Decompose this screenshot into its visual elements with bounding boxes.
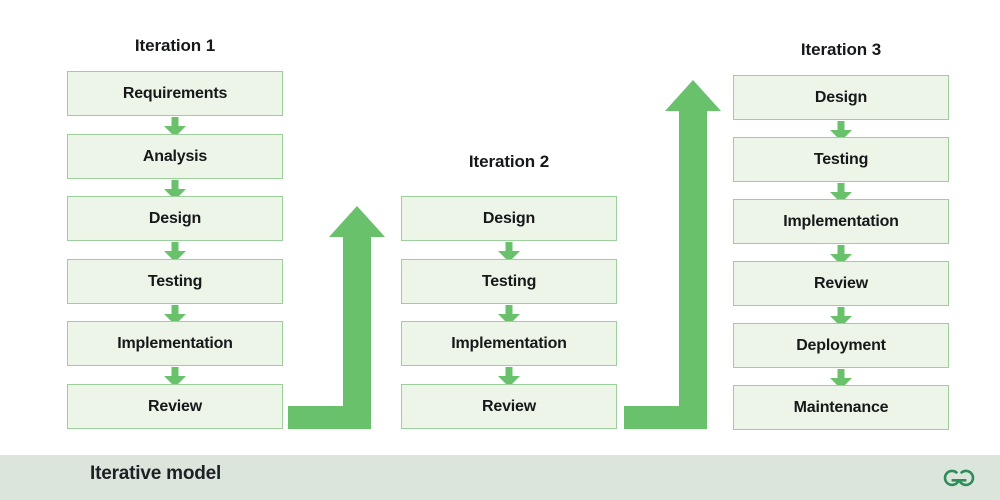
stage-box-iteration-1-review: Review bbox=[67, 384, 283, 429]
diagram-canvas: Iteration 1 Requirements Analysis Design… bbox=[0, 0, 1000, 500]
stage-box-iteration-1-analysis: Analysis bbox=[67, 134, 283, 179]
stage-box-iteration-1-implementation: Implementation bbox=[67, 321, 283, 366]
column-title-iteration-2: Iteration 2 bbox=[468, 152, 550, 171]
stage-box-iteration-1-design: Design bbox=[67, 196, 283, 241]
column-title-iteration-3: Iteration 3 bbox=[800, 40, 882, 59]
feedback-arrow-2-icon bbox=[624, 80, 722, 429]
column-title-iteration-1: Iteration 1 bbox=[134, 36, 216, 55]
stage-box-iteration-2-design: Design bbox=[401, 196, 617, 241]
stage-box-iteration-2-review: Review bbox=[401, 384, 617, 429]
stage-box-iteration-1-testing: Testing bbox=[67, 259, 283, 304]
stage-box-iteration-2-implementation: Implementation bbox=[401, 321, 617, 366]
stage-box-iteration-3-maintenance: Maintenance bbox=[733, 385, 949, 430]
stage-box-iteration-3-implementation: Implementation bbox=[733, 199, 949, 244]
feedback-arrow-1-icon bbox=[288, 206, 386, 429]
stage-box-iteration-3-deployment: Deployment bbox=[733, 323, 949, 368]
stage-box-iteration-2-testing: Testing bbox=[401, 259, 617, 304]
footer-caption: Iterative model bbox=[90, 463, 222, 484]
stage-box-iteration-3-review: Review bbox=[733, 261, 949, 306]
stage-box-iteration-1-requirements: Requirements bbox=[67, 71, 283, 116]
stage-box-iteration-3-design: Design bbox=[733, 75, 949, 120]
stage-box-iteration-3-testing: Testing bbox=[733, 137, 949, 182]
geeksforgeeks-logo-icon bbox=[938, 464, 980, 490]
